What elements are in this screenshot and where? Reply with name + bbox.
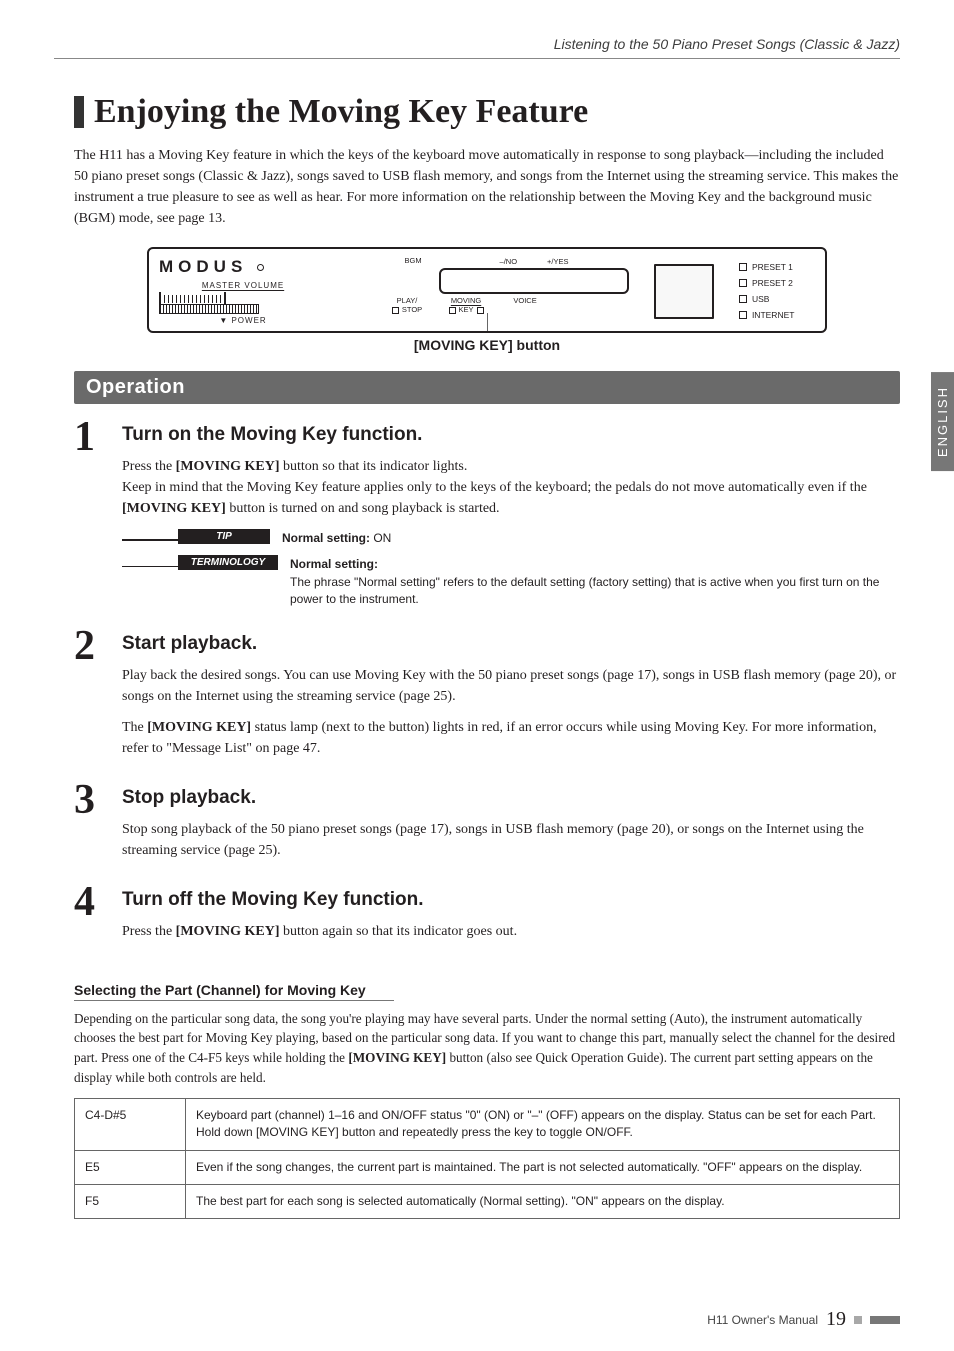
preset1-checkbox-icon [739,263,747,271]
key-desc-cell: Even if the song changes, the current pa… [186,1150,900,1184]
yes-label: +/YES [547,257,568,266]
terminology-body: The phrase "Normal setting" refers to th… [290,575,879,606]
table-row: E5 Even if the song changes, the current… [75,1150,900,1184]
page-number: 19 [826,1308,846,1331]
volume-slider [159,304,259,314]
step-4: 4 Turn off the Moving Key function. Pres… [74,883,900,952]
subsection-paragraph: Depending on the particular song data, t… [74,1009,900,1088]
breadcrumb: Listening to the 50 Piano Preset Songs (… [54,36,900,59]
step-text: Press the [MOVING KEY] button so that it… [122,456,900,519]
moving-key-button-icon [449,307,456,314]
step-title: Turn off the Moving Key function. [122,889,900,911]
lcd-screen-icon [654,264,714,319]
subsection-heading: Selecting the Part (Channel) for Moving … [74,982,394,1001]
operation-heading: Operation [74,371,900,404]
manual-name: H11 Owner's Manual [707,1313,818,1327]
step-text: Press the [MOVING KEY] button again so t… [122,921,900,942]
step-title: Start playback. [122,633,900,655]
footer-marker-icon [870,1316,900,1324]
moving-key-callout: [MOVING KEY] button [74,337,900,353]
master-volume-label: MASTER VOLUME [159,281,327,290]
step-2: 2 Start playback. Play back the desired … [74,627,900,769]
step-3: 3 Stop playback. Stop song playback of t… [74,781,900,871]
step-1: 1 Turn on the Moving Key function. Press… [74,418,900,615]
moving-key-led-icon [477,307,484,314]
moving-label: MOVING [451,296,481,305]
internet-checkbox-icon [739,311,747,319]
preset2-label: PRESET 2 [752,278,793,288]
voice-label: VOICE [513,296,536,305]
footer-marker-icon [854,1316,862,1324]
source-select-column: PRESET 1 PRESET 2 USB INTERNET [739,257,815,325]
terminology-row: TERMINOLOGY Normal setting: The phrase "… [122,555,900,608]
step-number: 2 [74,625,104,769]
play-label: PLAY/ [397,296,418,305]
key-desc-cell: The best part for each song is selected … [186,1184,900,1218]
power-led-icon [257,264,264,271]
page-footer: H11 Owner's Manual 19 [707,1308,900,1331]
brand-label: MODUS [159,257,247,277]
no-label: –/NO [500,257,518,266]
key-range-cell: F5 [75,1184,186,1218]
table-row: C4-D#5 Keyboard part (channel) 1–16 and … [75,1098,900,1150]
language-side-tab: ENGLISH [931,372,954,471]
step-text: Play back the desired songs. You can use… [122,665,900,707]
step-title: Stop playback. [122,787,900,809]
step-number: 3 [74,779,104,871]
title-bar-icon [74,96,84,128]
intro-paragraph: The H11 has a Moving Key feature in whic… [74,145,900,229]
preset2-checkbox-icon [739,279,747,287]
internet-label: INTERNET [752,310,795,320]
terminology-tag: TERMINOLOGY [178,555,278,570]
power-label: ▼ POWER [159,316,327,325]
display-screen-icon [439,268,629,294]
step-number: 1 [74,416,104,615]
table-row: F5 The best part for each song is select… [75,1184,900,1218]
key-range-cell: C4-D#5 [75,1098,186,1150]
tip-tag: TIP [178,529,270,544]
tip-row: TIP Normal setting: ON [122,529,900,547]
stop-label: STOP [402,305,422,314]
key-desc-cell: Keyboard part (channel) 1–16 and ON/OFF … [186,1098,900,1150]
page-title: Enjoying the Moving Key Feature [74,93,900,131]
play-stop-button-icon [392,307,399,314]
step-title: Turn on the Moving Key function. [122,424,900,446]
usb-label: USB [752,294,769,304]
key-range-cell: E5 [75,1150,186,1184]
key-label: KEY [459,305,474,314]
step-text: The [MOVING KEY] status lamp (next to th… [122,717,900,759]
page-title-text: Enjoying the Moving Key Feature [94,93,588,131]
usb-checkbox-icon [739,295,747,303]
bgm-label: BGM [404,257,421,272]
callout-line-icon [487,313,488,331]
step-number: 4 [74,881,104,952]
step-text: Stop song playback of the 50 piano prese… [122,819,900,861]
preset1-label: PRESET 1 [752,262,793,272]
key-mapping-table: C4-D#5 Keyboard part (channel) 1–16 and … [74,1098,900,1220]
